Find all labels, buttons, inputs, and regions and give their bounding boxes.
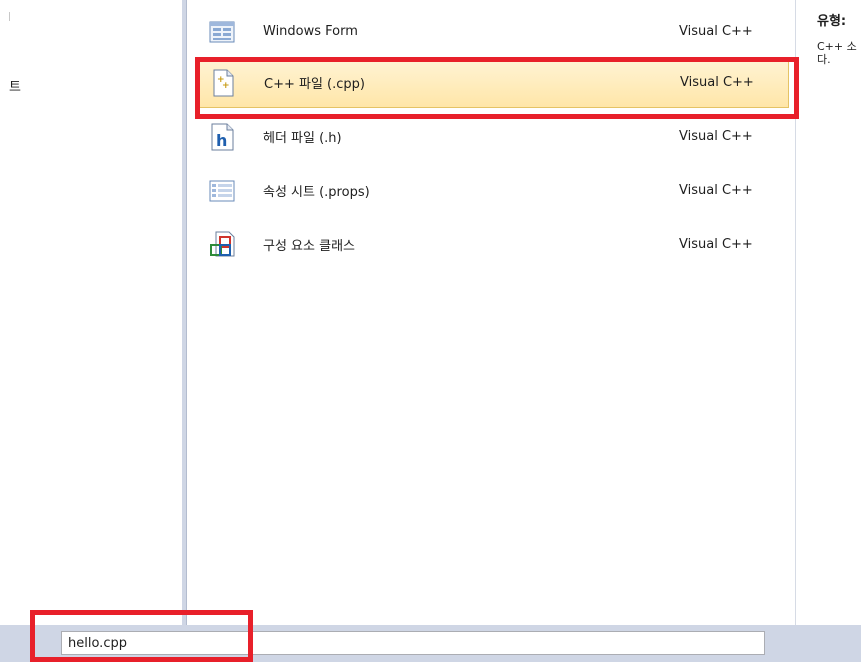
add-new-item-dialog: 트 Windows Form Visual C++ + + C++ 파일 (.c… (0, 0, 861, 662)
template-name: 헤더 파일 (.h) (263, 131, 342, 146)
template-name: Windows Form (263, 24, 358, 39)
template-item-component-class[interactable]: 구성 요소 클래스 Visual C++ (195, 219, 789, 270)
info-description: C++ 소 다. (817, 40, 861, 66)
template-item-property-sheet[interactable]: 속성 시트 (.props) Visual C++ (195, 165, 789, 216)
template-item-windows-form[interactable]: Windows Form Visual C++ (195, 6, 789, 57)
template-info-pane: 유형: C++ 소 다. (796, 0, 861, 625)
template-name: C++ 파일 (.cpp) (264, 77, 365, 92)
svg-text:+: + (222, 81, 230, 91)
info-description-line: C++ 소 (817, 40, 857, 53)
template-item-header-file[interactable]: h 헤더 파일 (.h) Visual C++ (195, 111, 789, 162)
file-name-input[interactable] (61, 631, 765, 655)
cpp-file-icon: + + (208, 68, 238, 98)
template-name: 구성 요소 클래스 (263, 239, 355, 254)
name-bar (0, 625, 861, 662)
info-type-label: 유형: (817, 14, 847, 29)
svg-text:h: h (216, 131, 227, 150)
template-list: Windows Form Visual C++ + + C++ 파일 (.cpp… (187, 0, 796, 625)
category-item-label[interactable]: 트 (9, 76, 21, 95)
component-class-icon (207, 230, 237, 260)
property-sheet-icon (207, 176, 237, 206)
windows-form-icon (207, 17, 237, 47)
scroll-tick (9, 12, 10, 21)
category-pane: 트 (0, 0, 182, 625)
template-type: Visual C++ (679, 183, 753, 198)
header-file-icon: h (207, 122, 237, 152)
template-type: Visual C++ (679, 237, 753, 252)
template-name: 속성 시트 (.props) (263, 185, 370, 200)
info-description-line: 다. (817, 53, 831, 66)
template-type: Visual C++ (679, 24, 753, 39)
template-type: Visual C++ (679, 129, 753, 144)
template-item-cpp-file[interactable]: + + C++ 파일 (.cpp) Visual C++ (195, 57, 789, 108)
template-type: Visual C++ (680, 75, 754, 90)
